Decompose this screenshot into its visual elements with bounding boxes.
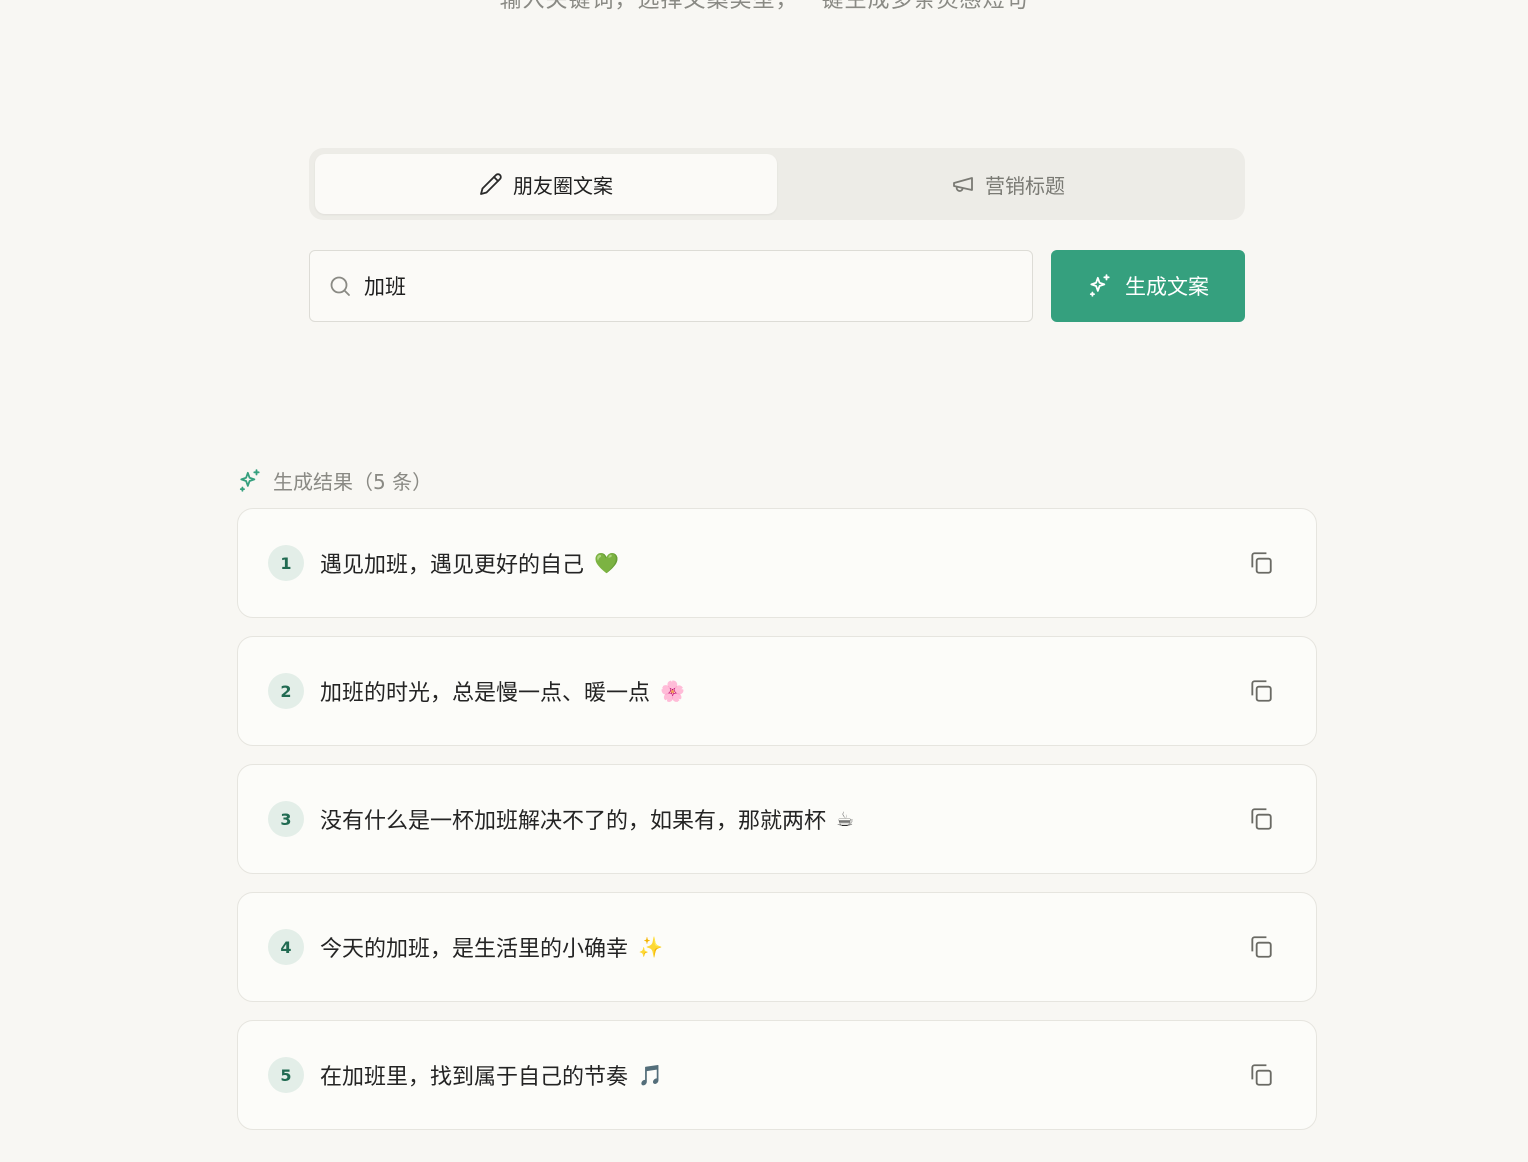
result-number-badge: 2 (268, 673, 304, 709)
tab-moments-copy[interactable]: 朋友圈文案 (315, 154, 777, 214)
result-text: 没有什么是一杯加班解决不了的，如果有，那就两杯 (320, 809, 827, 834)
sparkles-icon (1089, 274, 1110, 297)
copy-button[interactable] (1246, 1060, 1276, 1090)
result-text: 加班的时光，总是慢一点、暖一点 (320, 681, 651, 706)
copy-icon (1251, 808, 1272, 830)
result-number-badge: 1 (268, 545, 304, 581)
result-list: 1 遇见加班，遇见更好的自己 💚 2 加班的时光，总是慢一点、暖一点 🌸 3 没… (237, 508, 1317, 1148)
sparkles-icon (239, 468, 260, 492)
copy-icon (1251, 552, 1272, 574)
keyword-input[interactable] (364, 274, 984, 298)
pencil-icon (480, 173, 502, 195)
copy-button[interactable] (1246, 548, 1276, 578)
results-heading: 生成结果（5 条） (273, 470, 433, 494)
generate-button[interactable]: 生成文案 (1051, 250, 1245, 322)
copy-button[interactable] (1246, 932, 1276, 962)
result-text: 今天的加班，是生活里的小确幸 (320, 937, 629, 962)
tab-marketing-title[interactable]: 营销标题 (777, 154, 1239, 214)
copy-icon (1251, 936, 1272, 958)
copy-button[interactable] (1246, 676, 1276, 706)
result-emoji: ✨ (638, 935, 663, 959)
tab-label: 朋友圈文案 (513, 173, 613, 198)
result-number-badge: 4 (268, 929, 304, 965)
result-item: 2 加班的时光，总是慢一点、暖一点 🌸 (237, 636, 1317, 746)
keyword-search-box (309, 250, 1033, 322)
result-item: 5 在加班里，找到属于自己的节奏 🎵 (237, 1020, 1317, 1130)
copy-button[interactable] (1246, 804, 1276, 834)
result-emoji: 🌸 (660, 679, 685, 703)
result-item: 3 没有什么是一杯加班解决不了的，如果有，那就两杯 ☕ (237, 764, 1317, 874)
result-emoji: 🎵 (638, 1063, 663, 1087)
results-header: 生成结果（5 条） (237, 466, 432, 495)
result-emoji: ☕ (836, 807, 854, 831)
result-item: 4 今天的加班，是生活里的小确幸 ✨ (237, 892, 1317, 1002)
page-subtitle: 输入关键词，选择文案类型，一键生成多条灵感短句 (499, 0, 1029, 13)
result-number-badge: 3 (268, 801, 304, 837)
result-item: 1 遇见加班，遇见更好的自己 💚 (237, 508, 1317, 618)
result-text: 在加班里，找到属于自己的节奏 (320, 1065, 629, 1090)
content-type-tabs: 朋友圈文案 营销标题 (309, 148, 1245, 220)
megaphone-icon (953, 177, 973, 192)
copy-icon (1251, 680, 1272, 702)
copy-icon (1251, 1064, 1272, 1086)
result-emoji: 💚 (594, 551, 619, 575)
result-text: 遇见加班，遇见更好的自己 (320, 553, 585, 578)
generate-button-label: 生成文案 (1125, 275, 1209, 299)
result-number-badge: 5 (268, 1057, 304, 1093)
search-icon (330, 276, 350, 296)
tab-label: 营销标题 (985, 173, 1065, 198)
